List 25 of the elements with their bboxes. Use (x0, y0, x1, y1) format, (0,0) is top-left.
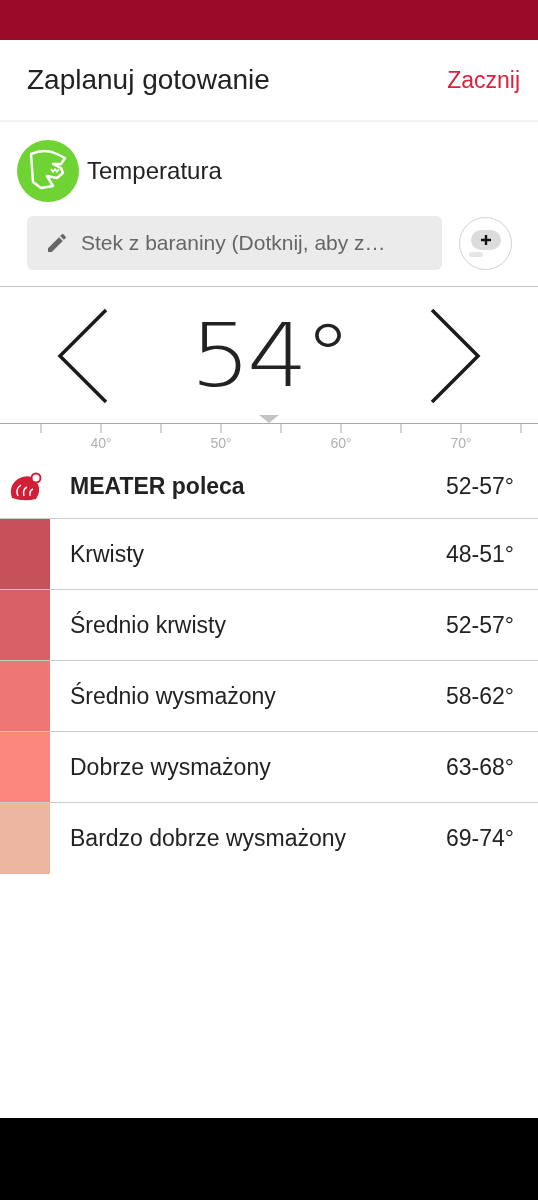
cut-label: Temperatura (87, 156, 222, 186)
doneness-row[interactable]: Średnio krwisty 52-57° (0, 590, 538, 661)
increase-button[interactable] (429, 308, 481, 404)
doneness-row[interactable]: Bardzo dobrze wysmażony 69-74° (0, 803, 538, 874)
start-button[interactable]: Zacznij (447, 62, 520, 98)
chevron-left-icon (57, 308, 109, 404)
screen-title: Zaplanuj gotowanie (27, 63, 270, 97)
scale-label: 60° (330, 435, 352, 451)
temperature-ruler[interactable] (0, 422, 538, 434)
decrease-button[interactable] (57, 308, 109, 404)
temperature-pointer[interactable] (259, 415, 279, 423)
add-note-button[interactable] (459, 216, 512, 270)
scale-label: 40° (90, 435, 112, 451)
name-field[interactable]: Stek z baraniny (Dotknij, aby z… (27, 216, 442, 270)
temperature-value: 54° (189, 312, 349, 400)
doneness-row[interactable]: Krwisty 48-51° (0, 519, 538, 590)
add-note-icon (468, 228, 503, 258)
doneness-row[interactable]: Średnio wysmażony 58-62° (0, 661, 538, 732)
scale-label: 70° (450, 435, 472, 451)
doneness-row[interactable]: Dobrze wysmażony 63-68° (0, 732, 538, 803)
pencil-icon (45, 231, 69, 255)
chevron-right-icon (429, 308, 481, 404)
scale-label: 50° (210, 435, 232, 451)
temperature-range: 52-57° (445, 472, 515, 502)
recommendation-label: MEATER poleca (69, 472, 246, 502)
